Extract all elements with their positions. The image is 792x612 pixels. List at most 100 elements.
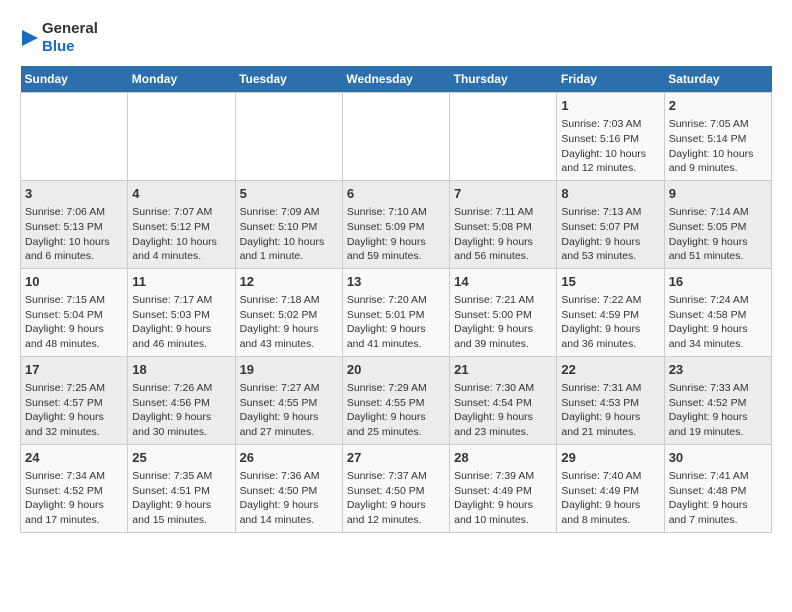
day-number: 7	[454, 185, 552, 203]
week-row-1: 1 Sunrise: 7:03 AM Sunset: 5:16 PM Daylig…	[21, 93, 772, 181]
day-cell: 20 Sunrise: 7:29 AM Sunset: 4:55 PM Dayli…	[342, 356, 449, 444]
day-cell: 14 Sunrise: 7:21 AM Sunset: 5:00 PM Dayli…	[450, 268, 557, 356]
day-number: 24	[25, 449, 123, 467]
day-cell: 30 Sunrise: 7:41 AM Sunset: 4:48 PM Dayli…	[664, 444, 771, 532]
header: GeneralBlue	[20, 20, 772, 56]
day-info: Sunrise: 7:35 AM Sunset: 4:51 PM Dayligh…	[132, 469, 230, 528]
day-cell: 21 Sunrise: 7:30 AM Sunset: 4:54 PM Dayli…	[450, 356, 557, 444]
day-number: 6	[347, 185, 445, 203]
day-number: 26	[240, 449, 338, 467]
day-cell: 2 Sunrise: 7:05 AM Sunset: 5:14 PM Daylig…	[664, 93, 771, 181]
day-number: 18	[132, 361, 230, 379]
day-number: 10	[25, 273, 123, 291]
day-info: Sunrise: 7:17 AM Sunset: 5:03 PM Dayligh…	[132, 293, 230, 352]
day-info: Sunrise: 7:03 AM Sunset: 5:16 PM Dayligh…	[561, 117, 659, 176]
column-header-saturday: Saturday	[664, 66, 771, 93]
day-info: Sunrise: 7:39 AM Sunset: 4:49 PM Dayligh…	[454, 469, 552, 528]
week-row-2: 3 Sunrise: 7:06 AM Sunset: 5:13 PM Daylig…	[21, 180, 772, 268]
day-number: 1	[561, 97, 659, 115]
day-cell: 7 Sunrise: 7:11 AM Sunset: 5:08 PM Daylig…	[450, 180, 557, 268]
day-info: Sunrise: 7:06 AM Sunset: 5:13 PM Dayligh…	[25, 205, 123, 264]
day-info: Sunrise: 7:34 AM Sunset: 4:52 PM Dayligh…	[25, 469, 123, 528]
day-number: 20	[347, 361, 445, 379]
day-info: Sunrise: 7:15 AM Sunset: 5:04 PM Dayligh…	[25, 293, 123, 352]
day-cell: 22Sunrise: 7:31 AM Sunset: 4:53 PM Dayli…	[557, 356, 664, 444]
day-info: Sunrise: 7:41 AM Sunset: 4:48 PM Dayligh…	[669, 469, 767, 528]
day-info: Sunrise: 7:25 AM Sunset: 4:57 PM Dayligh…	[25, 381, 123, 440]
week-row-3: 10 Sunrise: 7:15 AM Sunset: 5:04 PM Dayli…	[21, 268, 772, 356]
day-info: Sunrise: 7:11 AM Sunset: 5:08 PM Dayligh…	[454, 205, 552, 264]
column-header-wednesday: Wednesday	[342, 66, 449, 93]
day-number: 30	[669, 449, 767, 467]
day-info: Sunrise: 7:14 AM Sunset: 5:05 PM Dayligh…	[669, 205, 767, 264]
day-cell: 9 Sunrise: 7:14 AM Sunset: 5:05 PM Daylig…	[664, 180, 771, 268]
day-cell: 17 Sunrise: 7:25 AM Sunset: 4:57 PM Dayli…	[21, 356, 128, 444]
day-info: Sunrise: 7:09 AM Sunset: 5:10 PM Dayligh…	[240, 205, 338, 264]
day-number: 5	[240, 185, 338, 203]
day-cell: 19 Sunrise: 7:27 AM Sunset: 4:55 PM Dayli…	[235, 356, 342, 444]
logo: GeneralBlue	[20, 20, 98, 56]
day-cell: 24 Sunrise: 7:34 AM Sunset: 4:52 PM Dayli…	[21, 444, 128, 532]
week-row-5: 24 Sunrise: 7:34 AM Sunset: 4:52 PM Dayli…	[21, 444, 772, 532]
day-cell: 1 Sunrise: 7:03 AM Sunset: 5:16 PM Daylig…	[557, 93, 664, 181]
column-header-friday: Friday	[557, 66, 664, 93]
day-number: 3	[25, 185, 123, 203]
day-info: Sunrise: 7:29 AM Sunset: 4:55 PM Dayligh…	[347, 381, 445, 440]
day-cell	[342, 93, 449, 181]
day-info: Sunrise: 7:30 AM Sunset: 4:54 PM Dayligh…	[454, 381, 552, 440]
day-cell: 23 Sunrise: 7:33 AM Sunset: 4:52 PM Dayli…	[664, 356, 771, 444]
day-info: Sunrise: 7:05 AM Sunset: 5:14 PM Dayligh…	[669, 117, 767, 176]
day-cell: 27 Sunrise: 7:37 AM Sunset: 4:50 PM Dayli…	[342, 444, 449, 532]
day-cell: 13 Sunrise: 7:20 AM Sunset: 5:01 PM Dayli…	[342, 268, 449, 356]
day-cell: 29Sunrise: 7:40 AM Sunset: 4:49 PM Dayli…	[557, 444, 664, 532]
day-info: Sunrise: 7:22 AM Sunset: 4:59 PM Dayligh…	[561, 293, 659, 352]
day-cell: 18Sunrise: 7:26 AM Sunset: 4:56 PM Dayli…	[128, 356, 235, 444]
day-number: 4	[132, 185, 230, 203]
day-number: 21	[454, 361, 552, 379]
day-info: Sunrise: 7:21 AM Sunset: 5:00 PM Dayligh…	[454, 293, 552, 352]
day-number: 25	[132, 449, 230, 467]
day-number: 28	[454, 449, 552, 467]
day-number: 8	[561, 185, 659, 203]
day-number: 16	[669, 273, 767, 291]
day-number: 19	[240, 361, 338, 379]
day-number: 27	[347, 449, 445, 467]
column-header-thursday: Thursday	[450, 66, 557, 93]
day-cell	[235, 93, 342, 181]
day-number: 29	[561, 449, 659, 467]
day-cell	[128, 93, 235, 181]
column-header-monday: Monday	[128, 66, 235, 93]
day-info: Sunrise: 7:33 AM Sunset: 4:52 PM Dayligh…	[669, 381, 767, 440]
day-info: Sunrise: 7:13 AM Sunset: 5:07 PM Dayligh…	[561, 205, 659, 264]
day-info: Sunrise: 7:37 AM Sunset: 4:50 PM Dayligh…	[347, 469, 445, 528]
day-info: Sunrise: 7:10 AM Sunset: 5:09 PM Dayligh…	[347, 205, 445, 264]
day-cell: 3 Sunrise: 7:06 AM Sunset: 5:13 PM Daylig…	[21, 180, 128, 268]
day-cell: 26 Sunrise: 7:36 AM Sunset: 4:50 PM Dayli…	[235, 444, 342, 532]
day-number: 23	[669, 361, 767, 379]
day-cell: 10 Sunrise: 7:15 AM Sunset: 5:04 PM Dayli…	[21, 268, 128, 356]
day-cell: 28 Sunrise: 7:39 AM Sunset: 4:49 PM Dayli…	[450, 444, 557, 532]
day-info: Sunrise: 7:36 AM Sunset: 4:50 PM Dayligh…	[240, 469, 338, 528]
day-cell: 6 Sunrise: 7:10 AM Sunset: 5:09 PM Daylig…	[342, 180, 449, 268]
day-number: 9	[669, 185, 767, 203]
column-header-sunday: Sunday	[21, 66, 128, 93]
day-info: Sunrise: 7:07 AM Sunset: 5:12 PM Dayligh…	[132, 205, 230, 264]
day-number: 11	[132, 273, 230, 291]
day-info: Sunrise: 7:27 AM Sunset: 4:55 PM Dayligh…	[240, 381, 338, 440]
day-number: 14	[454, 273, 552, 291]
day-number: 12	[240, 273, 338, 291]
day-number: 13	[347, 273, 445, 291]
column-header-tuesday: Tuesday	[235, 66, 342, 93]
header-row: SundayMondayTuesdayWednesdayThursdayFrid…	[21, 66, 772, 93]
day-info: Sunrise: 7:20 AM Sunset: 5:01 PM Dayligh…	[347, 293, 445, 352]
day-cell: 16Sunrise: 7:24 AM Sunset: 4:58 PM Dayli…	[664, 268, 771, 356]
week-row-4: 17 Sunrise: 7:25 AM Sunset: 4:57 PM Dayli…	[21, 356, 772, 444]
day-number: 15	[561, 273, 659, 291]
calendar-table: SundayMondayTuesdayWednesdayThursdayFrid…	[20, 66, 772, 533]
day-cell: 5 Sunrise: 7:09 AM Sunset: 5:10 PM Daylig…	[235, 180, 342, 268]
day-cell: 15 Sunrise: 7:22 AM Sunset: 4:59 PM Dayli…	[557, 268, 664, 356]
day-cell: 12Sunrise: 7:18 AM Sunset: 5:02 PM Dayli…	[235, 268, 342, 356]
day-number: 17	[25, 361, 123, 379]
day-number: 2	[669, 97, 767, 115]
day-cell	[450, 93, 557, 181]
